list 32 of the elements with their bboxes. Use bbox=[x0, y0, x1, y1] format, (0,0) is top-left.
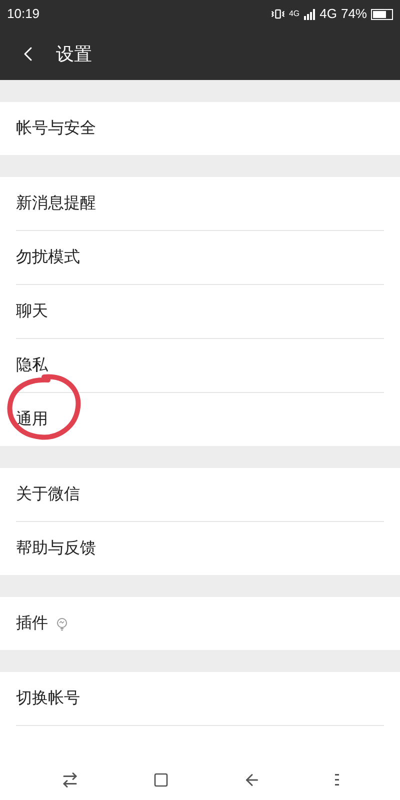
item-label: 聊天 bbox=[16, 302, 48, 322]
network-text: 4G bbox=[320, 5, 337, 24]
home-icon[interactable] bbox=[153, 772, 169, 788]
list-item[interactable]: 帐号与安全 bbox=[0, 102, 400, 155]
list-item[interactable]: 聊天 bbox=[0, 285, 400, 338]
vibrate-icon bbox=[270, 7, 285, 21]
list-item[interactable]: 切换帐号 bbox=[0, 672, 400, 725]
list-item[interactable]: 插件 bbox=[0, 597, 400, 650]
item-label: 切换帐号 bbox=[16, 688, 80, 708]
switch-icon[interactable] bbox=[61, 771, 79, 789]
data-label: 4G bbox=[288, 10, 300, 18]
bulb-icon bbox=[56, 616, 68, 630]
list-item[interactable]: 勿扰模式 bbox=[0, 231, 400, 284]
item-label: 隐私 bbox=[16, 356, 48, 376]
item-label: 通用 bbox=[16, 410, 48, 430]
list-item[interactable]: 隐私 bbox=[0, 339, 400, 392]
item-label: 帮助与反馈 bbox=[16, 538, 96, 558]
item-label: 帐号与安全 bbox=[16, 118, 96, 138]
menu-icon[interactable] bbox=[335, 774, 339, 786]
item-label: 插件 bbox=[16, 614, 48, 634]
item-label: 勿扰模式 bbox=[16, 248, 80, 268]
item-label: 关于微信 bbox=[16, 484, 80, 504]
page-title: 设置 bbox=[56, 42, 92, 66]
list-item[interactable]: 通用 bbox=[0, 393, 400, 446]
list-item[interactable]: 新消息提醒 bbox=[0, 177, 400, 230]
item-label: 新消息提醒 bbox=[16, 194, 96, 214]
list-item[interactable]: 帮助与反馈 bbox=[0, 522, 400, 575]
signal-icon bbox=[304, 8, 316, 20]
time-text: 10:19 bbox=[7, 5, 40, 24]
battery-icon bbox=[371, 8, 393, 20]
list-item[interactable]: 关于微信 bbox=[0, 468, 400, 521]
battery-text: 74% bbox=[340, 5, 367, 24]
